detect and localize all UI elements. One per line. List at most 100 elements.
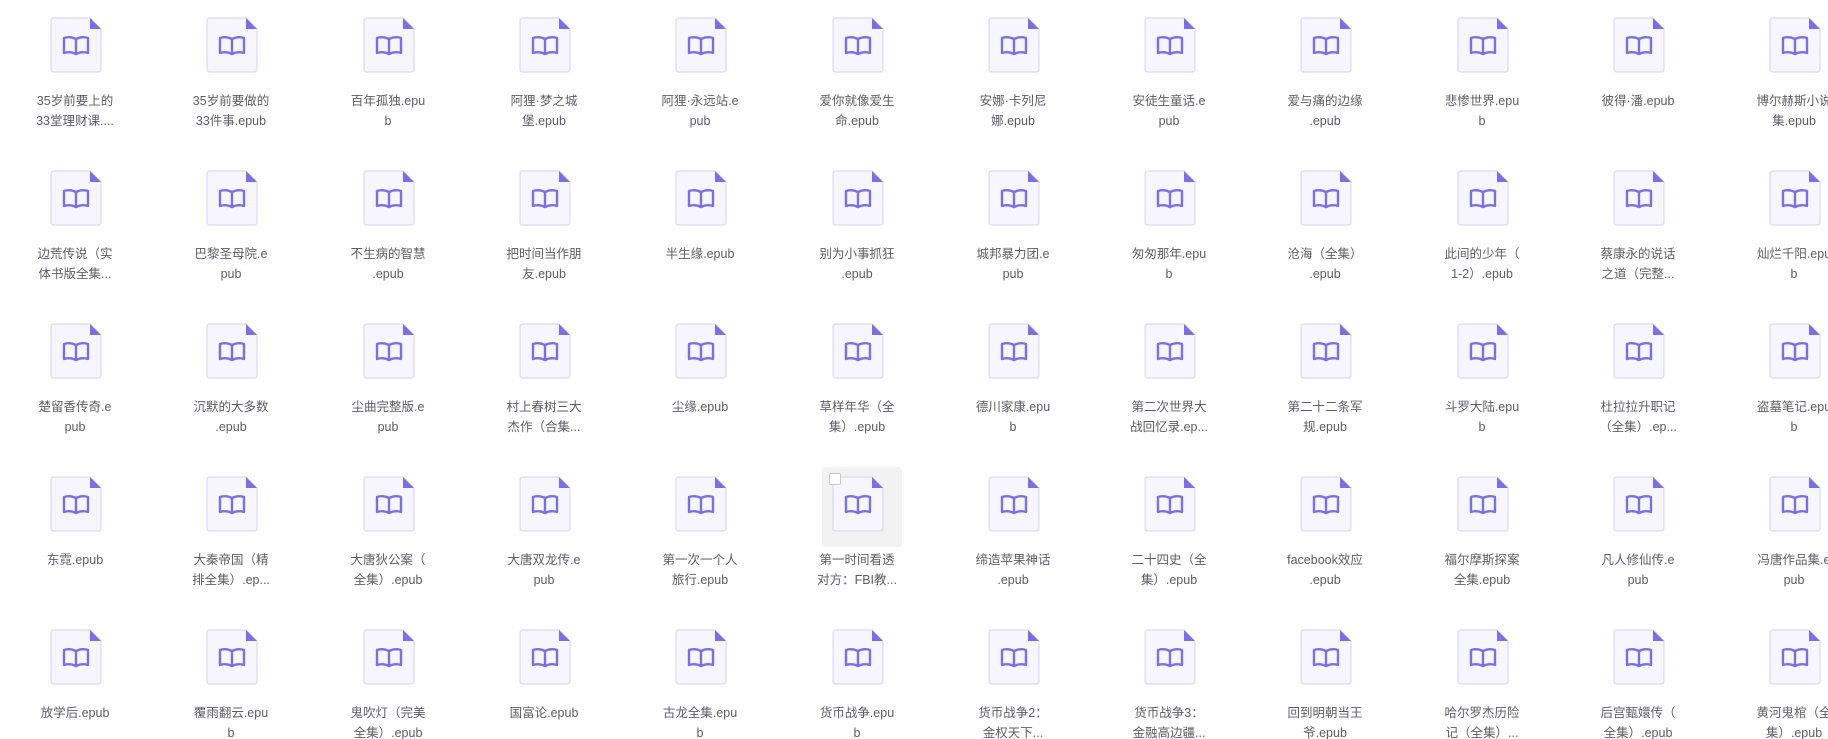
file-item-14[interactable]: 巴黎圣母院.e pub	[156, 158, 306, 308]
file-name-line: 集）.epub	[1765, 726, 1823, 739]
file-item-52[interactable]: 国富论.epub	[469, 617, 619, 739]
file-item-39[interactable]: 大唐狄公案（ 全集）.epub	[313, 464, 463, 614]
file-name-line: 全集）.epub	[353, 726, 423, 739]
file-item-16[interactable]: 把时间当作朋 友.epub	[469, 158, 619, 308]
file-name-line: b	[1790, 420, 1798, 434]
file-item-28[interactable]: 村上春树三大 杰作（合集...	[469, 311, 619, 461]
file-item-24[interactable]: 灿烂千阳.epu b	[1719, 158, 1828, 308]
file-name-line: b	[1478, 114, 1486, 128]
file-name-line: .epub	[1309, 267, 1341, 281]
file-item-17[interactable]: 半生缘.epub	[625, 158, 775, 308]
file-item-54[interactable]: 货币战争.epu b	[782, 617, 932, 739]
file-name: 半生缘.epub	[625, 244, 775, 264]
file-name-line: 33件事.epub	[195, 114, 267, 128]
file-name: 35岁前要做的 33件事.epub	[156, 91, 306, 131]
file-item-43[interactable]: 缔造苹果神话 .epub	[938, 464, 1088, 614]
file-item-56[interactable]: 货币战争3： 金融高边疆...	[1094, 617, 1244, 739]
file-item-42[interactable]: 第一时间看透 对方：FBI教...	[782, 464, 932, 614]
file-name: 草样年华（全 集）.epub	[782, 397, 932, 437]
file-name: 爱你就像爱生 命.epub	[782, 91, 932, 131]
file-item-26[interactable]: 沉默的大多数 .epub	[156, 311, 306, 461]
file-item-30[interactable]: 草样年华（全 集）.epub	[782, 311, 932, 461]
select-checkbox[interactable]	[829, 473, 841, 485]
file-name-line: 城邦暴力团.e	[976, 247, 1050, 261]
file-item-41[interactable]: 第一次一个人 旅行.epub	[625, 464, 775, 614]
file-name-line: 记（全集）...	[1445, 726, 1519, 739]
file-item-13[interactable]: 边荒传说（实 体书版全集...	[0, 158, 150, 308]
file-item-27[interactable]: 尘曲完整版.e pub	[313, 311, 463, 461]
file-item-45[interactable]: facebook效应 .epub	[1250, 464, 1400, 614]
file-item-55[interactable]: 货币战争2： 金权天下...	[938, 617, 1088, 739]
file-item-19[interactable]: 城邦暴力团.e pub	[938, 158, 1088, 308]
file-name: 斗罗大陆.epu b	[1407, 397, 1557, 437]
epub-book-file-icon	[1144, 323, 1196, 379]
file-item-2[interactable]: 35岁前要做的 33件事.epub	[156, 5, 306, 155]
file-item-53[interactable]: 古龙全集.epu b	[625, 617, 775, 739]
file-name-line: 尘曲完整版.e	[351, 400, 425, 414]
file-name-line: 第一时间看透	[819, 553, 895, 567]
epub-book-file-icon	[206, 170, 258, 226]
file-item-51[interactable]: 鬼吹灯（完美 全集）.epub	[313, 617, 463, 739]
file-name-line: facebook效应	[1287, 553, 1363, 567]
file-item-57[interactable]: 回到明朝当王 爷.epub	[1250, 617, 1400, 739]
file-name: 此间的少年（ 1-2）.epub	[1407, 244, 1557, 284]
file-name: 杜拉拉升职记 （全集）.ep...	[1563, 397, 1713, 437]
file-item-47[interactable]: 凡人修仙传.e pub	[1563, 464, 1713, 614]
file-item-60[interactable]: 黄河鬼棺（全 集）.epub	[1719, 617, 1828, 739]
file-name-line: pub	[533, 573, 555, 587]
file-name-line: 别为小事抓狂	[819, 247, 895, 261]
file-item-37[interactable]: 东霓.epub	[0, 464, 150, 614]
epub-book-file-icon	[988, 17, 1040, 73]
file-item-59[interactable]: 后宫甄嬛传（ 全集）.epub	[1563, 617, 1713, 739]
file-item-33[interactable]: 第二十二条军 规.epub	[1250, 311, 1400, 461]
file-item-44[interactable]: 二十四史（全 集）.epub	[1094, 464, 1244, 614]
file-item-12[interactable]: 博尔赫斯小说 集.epub	[1719, 5, 1828, 155]
file-name-line: 楚留香传奇.e	[38, 400, 112, 414]
file-item-11[interactable]: 彼得·潘.epub	[1563, 5, 1713, 155]
file-item-10[interactable]: 悲惨世界.epu b	[1407, 5, 1557, 155]
file-item-9[interactable]: 爱与痛的边缘 .epub	[1250, 5, 1400, 155]
file-name-line: 大唐狄公案（	[350, 553, 426, 567]
file-name: 冯唐作品集.e pub	[1719, 550, 1828, 590]
epub-book-file-icon	[988, 476, 1040, 532]
epub-book-file-icon	[1457, 323, 1509, 379]
file-item-35[interactable]: 杜拉拉升职记 （全集）.ep...	[1563, 311, 1713, 461]
file-item-31[interactable]: 德川家康.epu b	[938, 311, 1088, 461]
file-item-20[interactable]: 匆匆那年.epu b	[1094, 158, 1244, 308]
file-item-4[interactable]: 阿狸·梦之城 堡.epub	[469, 5, 619, 155]
file-item-5[interactable]: 阿狸·永远站.e pub	[625, 5, 775, 155]
file-name-line: 把时间当作朋	[506, 247, 582, 261]
file-item-21[interactable]: 沧海（全集） .epub	[1250, 158, 1400, 308]
file-item-22[interactable]: 此间的少年（ 1-2）.epub	[1407, 158, 1557, 308]
file-name-line: 全集）.epub	[353, 573, 423, 587]
file-item-46[interactable]: 福尔摩斯探案 全集.epub	[1407, 464, 1557, 614]
file-item-8[interactable]: 安徒生童话.e pub	[1094, 5, 1244, 155]
file-item-38[interactable]: 大秦帝国（精 排全集）.ep...	[156, 464, 306, 614]
file-item-3[interactable]: 百年孤独.epu b	[313, 5, 463, 155]
file-item-25[interactable]: 楚留香传奇.e pub	[0, 311, 150, 461]
file-item-18[interactable]: 别为小事抓狂 .epub	[782, 158, 932, 308]
file-item-15[interactable]: 不生病的智慧 .epub	[313, 158, 463, 308]
epub-book-file-icon	[1300, 629, 1352, 685]
epub-book-file-icon	[519, 170, 571, 226]
epub-book-file-icon	[206, 629, 258, 685]
file-item-49[interactable]: 放学后.epub	[0, 617, 150, 739]
file-item-36[interactable]: 盗墓笔记.epu b	[1719, 311, 1828, 461]
file-item-23[interactable]: 蔡康永的说话 之道（完整...	[1563, 158, 1713, 308]
file-item-7[interactable]: 安娜·卡列尼 娜.epub	[938, 5, 1088, 155]
file-item-40[interactable]: 大唐双龙传.e pub	[469, 464, 619, 614]
file-name: 安徒生童话.e pub	[1094, 91, 1244, 131]
file-item-1[interactable]: 35岁前要上的 33堂理财课....	[0, 5, 150, 155]
file-name-line: （全集）.ep...	[1599, 420, 1677, 434]
file-item-29[interactable]: 尘缘.epub	[625, 311, 775, 461]
file-item-50[interactable]: 覆雨翻云.epu b	[156, 617, 306, 739]
epub-book-file-icon	[988, 323, 1040, 379]
epub-book-file-icon	[1300, 323, 1352, 379]
file-item-48[interactable]: 冯唐作品集.e pub	[1719, 464, 1828, 614]
file-item-34[interactable]: 斗罗大陆.epu b	[1407, 311, 1557, 461]
file-item-6[interactable]: 爱你就像爱生 命.epub	[782, 5, 932, 155]
epub-book-file-icon	[1300, 476, 1352, 532]
file-item-32[interactable]: 第二次世界大 战回忆录.ep...	[1094, 311, 1244, 461]
file-item-58[interactable]: 哈尔罗杰历险 记（全集）...	[1407, 617, 1557, 739]
epub-book-file-icon	[832, 170, 884, 226]
